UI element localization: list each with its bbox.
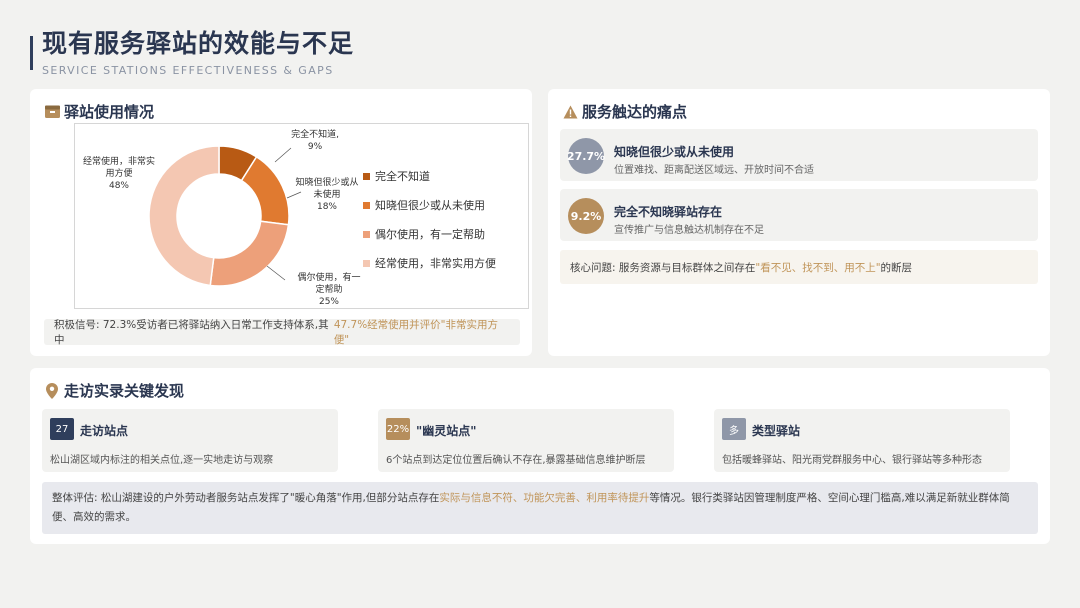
donut-chart-svg: 完全不知道, 9% 知晓但很少或从未使用 18% 偶尔使用，有一定帮助 25% 经常使用，非… (83, 128, 496, 307)
usage-note: 积极信号: 72.3%受访者已将驿站纳入日常工作支持体系,其中 47.7%经常使用… (44, 319, 520, 346)
visit-title-text: 走访实录关键发现 (64, 382, 185, 400)
visit-finding-desc: 6个站点到达定位位置后确认不存在,暴露基础信息维护断层 (386, 455, 646, 466)
eval-prefix: 整体评估: 松山湖建设的户外劳动者服务站点发挥了"暖心角落"作用,但部分站点存在 (52, 492, 440, 504)
slice-data-label: 经常使用，非常实 (83, 155, 155, 167)
slice-data-label: 偶尔使用，有一 (297, 271, 360, 283)
slice-data-label: 用方便 (105, 167, 132, 179)
pain-item-title: 知晓但很少或从未使用 (614, 145, 735, 159)
slice-leader-line (274, 147, 292, 163)
legend-label: 完全不知道 (375, 169, 430, 183)
legend-swatch (363, 231, 370, 238)
visit-finding-desc: 包括暖蜂驿站、阳光雨党群服务中心、银行驿站等多种形态 (722, 455, 982, 466)
pain-item-desc: 位置难找、距离配送区域远、开放时间不合适 (614, 165, 814, 176)
slice-data-label: 18% (317, 202, 337, 212)
usage-title-text: 驿站使用情况 (64, 103, 155, 121)
pain-card-title: 服务触达的痛点 (562, 101, 687, 122)
visit-number-badge: 多 (722, 418, 746, 440)
usage-chart: 完全不知道, 9% 知晓但很少或从 未使用 18% 偶尔使用，有一 定帮助 25% 经常使用，非… (74, 123, 529, 309)
pain-percent-badge: 27.7% (567, 138, 605, 174)
slice-data-label: 未使用 (313, 188, 340, 200)
slice-data-label: 知晓但很少或从 (295, 176, 358, 188)
usage-card: 驿站使用情况 完全不知道, 9% 知晓但很少或从 未使用 18% 偶尔使用，有一 定帮助 25… (30, 89, 532, 356)
visit-finding-box: 27 走访站点 松山湖区域内标注的相关点位,逐一实地走访与观察 (42, 409, 338, 472)
visit-finding-desc: 松山湖区域内标注的相关点位,逐一实地走访与观察 (50, 455, 274, 466)
core-issue-highlight: "看不见、找不到、用不上" (755, 261, 881, 274)
visit-number-badge: 27 (50, 418, 74, 440)
pain-item-title: 完全不知晓驿站存在 (614, 205, 723, 219)
legend-label: 知晓但很少或从未使用 (375, 198, 485, 212)
warning-icon (562, 104, 578, 120)
overall-evaluation-text: 整体评估: 松山湖建设的户外劳动者服务站点发挥了"暖心角落"作用,但部分站点存在… (52, 489, 1028, 527)
station-icon (44, 104, 60, 120)
visit-finding-title: "幽灵站点" (416, 424, 477, 438)
title-accent-bar (30, 36, 33, 70)
visit-number-badge: 22% (386, 418, 410, 440)
eval-highlight: 实际与信息不符、功能欠完善、利用率待提升 (439, 492, 650, 504)
visit-card: 走访实录关键发现 27 走访站点 松山湖区域内标注的相关点位,逐一实地走访与观察… (30, 368, 1050, 544)
visit-finding-title: 走访站点 (80, 424, 129, 438)
donut-slice (148, 145, 220, 287)
slice-leader-line (266, 265, 286, 281)
pain-item-desc: 宣传推广与信息触达机制存在不足 (614, 225, 764, 236)
pain-title-text: 服务触达的痛点 (582, 103, 688, 121)
slice-leader-line (286, 191, 302, 199)
location-pin-icon (44, 382, 60, 399)
slice-data-label: 48% (109, 181, 129, 191)
core-issue-note: 核心问题: 服务资源与目标群体之间存在 "看不见、找不到、用不上" 的断层 (560, 250, 1038, 284)
pain-item: 9.2% 完全不知晓驿站存在 宣传推广与信息触达机制存在不足 (560, 189, 1038, 241)
slice-data-label: 定帮助 (315, 283, 342, 295)
pain-percent-badge: 9.2% (568, 198, 604, 234)
legend-swatch (363, 173, 370, 180)
core-issue-prefix: 核心问题: 服务资源与目标群体之间存在 (570, 261, 756, 274)
legend-label: 经常使用，非常实用方便 (375, 256, 496, 270)
legend-label: 偶尔使用，有一定帮助 (375, 227, 485, 241)
usage-note-text: 积极信号: 72.3%受访者已将驿站纳入日常工作支持体系,其中 (54, 319, 329, 346)
usage-card-title: 驿站使用情况 (44, 101, 154, 122)
slice-data-label: 完全不知道, (291, 128, 339, 140)
visit-finding-box: 22% "幽灵站点" 6个站点到达定位位置后确认不存在,暴露基础信息维护断层 (378, 409, 674, 472)
usage-note-highlight: 47.7%经常使用并评价"非常实用方便" (333, 319, 498, 346)
slice-data-label: 9% (308, 142, 323, 152)
page-subtitle: SERVICE STATIONS EFFECTIVENESS & GAPS (42, 64, 334, 77)
slice-data-label: 25% (319, 297, 339, 307)
page-title: 现有服务驿站的效能与不足 (42, 29, 355, 58)
pain-item: 27.7% 知晓但很少或从未使用 位置难找、距离配送区域远、开放时间不合适 (560, 129, 1038, 181)
donut-slice (209, 220, 290, 287)
legend-swatch (363, 260, 370, 267)
overall-evaluation-note: 整体评估: 松山湖建设的户外劳动者服务站点发挥了"暖心角落"作用,但部分站点存在… (42, 482, 1038, 534)
visit-finding-title: 类型驿站 (752, 424, 801, 438)
visit-finding-box: 多 类型驿站 包括暖蜂驿站、阳光雨党群服务中心、银行驿站等多种形态 (714, 409, 1010, 472)
legend-swatch (363, 202, 370, 209)
visit-card-title: 走访实录关键发现 (44, 380, 184, 401)
pain-card: 服务触达的痛点 27.7% 知晓但很少或从未使用 位置难找、距离配送区域远、开放… (548, 89, 1050, 356)
core-issue-suffix: 的断层 (880, 261, 913, 274)
